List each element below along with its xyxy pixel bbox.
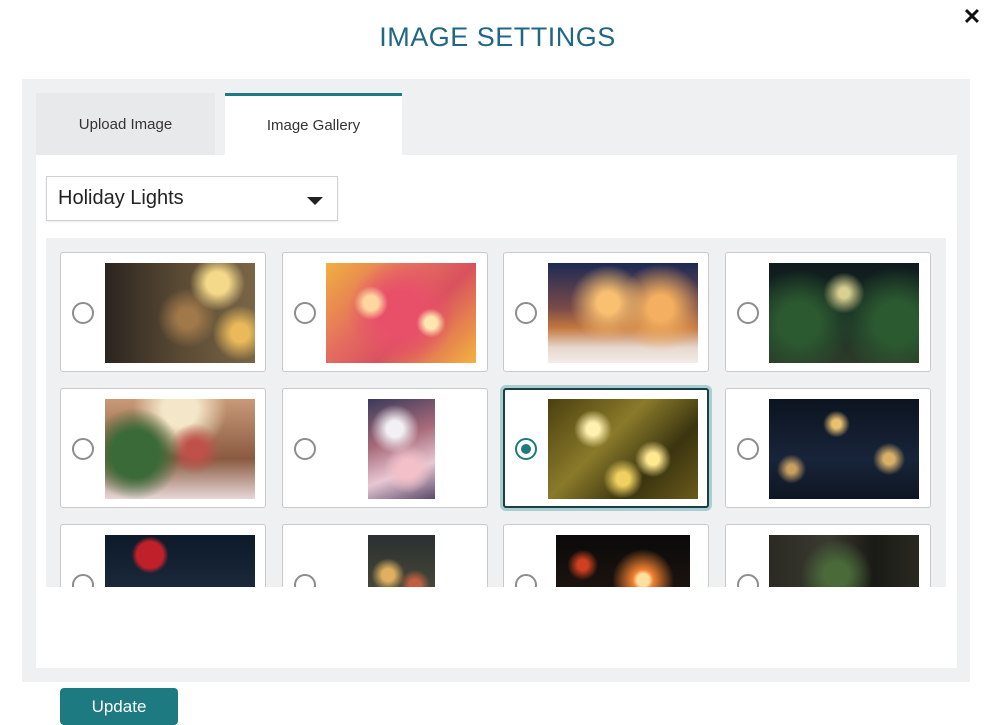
- gallery-thumbnail: [105, 535, 255, 587]
- update-button[interactable]: Update: [60, 688, 178, 725]
- radio-button-checked[interactable]: [515, 438, 537, 460]
- gallery-card[interactable]: [725, 524, 931, 587]
- caret-down-icon: [307, 197, 323, 205]
- radio-button[interactable]: [72, 438, 94, 460]
- gallery-card[interactable]: [60, 388, 266, 508]
- gallery-card[interactable]: [503, 524, 709, 587]
- gallery-card[interactable]: [282, 252, 488, 372]
- gallery-thumbnail: [769, 399, 919, 499]
- radio-button[interactable]: [72, 574, 94, 587]
- category-select[interactable]: Holiday Lights: [46, 176, 338, 221]
- radio-button[interactable]: [72, 302, 94, 324]
- close-icon[interactable]: ✕: [961, 6, 983, 28]
- image-gallery-grid[interactable]: [46, 238, 946, 587]
- radio-button[interactable]: [515, 302, 537, 324]
- gallery-card[interactable]: [725, 388, 931, 508]
- gallery-card[interactable]: [282, 524, 488, 587]
- gallery-thumbnail: [548, 263, 698, 363]
- radio-button[interactable]: [737, 302, 759, 324]
- gallery-thumbnail: [769, 535, 919, 587]
- radio-button[interactable]: [294, 574, 316, 587]
- radio-button[interactable]: [737, 438, 759, 460]
- gallery-thumbnail: [105, 263, 255, 363]
- gallery-thumbnail: [769, 263, 919, 363]
- tab-image-gallery[interactable]: Image Gallery: [225, 93, 402, 155]
- radio-button[interactable]: [737, 574, 759, 587]
- category-select-value: Holiday Lights: [58, 187, 184, 209]
- image-settings-panel: Upload Image Image Gallery Holiday Light…: [22, 79, 970, 725]
- tab-upload-image[interactable]: Upload Image: [36, 93, 215, 155]
- gallery-thumbnail: [368, 535, 435, 587]
- gallery-card[interactable]: [503, 252, 709, 372]
- gallery-card[interactable]: [60, 524, 266, 587]
- gallery-thumbnail: [368, 399, 435, 499]
- radio-button[interactable]: [294, 302, 316, 324]
- gallery-thumbnail: [105, 399, 255, 499]
- gallery-card[interactable]: [60, 252, 266, 372]
- dialog-title: IMAGE SETTINGS: [379, 22, 616, 52]
- radio-button[interactable]: [294, 438, 316, 460]
- gallery-thumbnail: [548, 399, 698, 499]
- gallery-card[interactable]: [725, 252, 931, 372]
- gallery-thumbnail: [326, 263, 476, 363]
- gallery-card[interactable]: [282, 388, 488, 508]
- radio-button[interactable]: [515, 574, 537, 587]
- tab-content: Holiday Lights Update: [36, 155, 957, 725]
- gallery-thumbnail: [556, 535, 690, 587]
- gallery-card-selected[interactable]: [503, 388, 709, 508]
